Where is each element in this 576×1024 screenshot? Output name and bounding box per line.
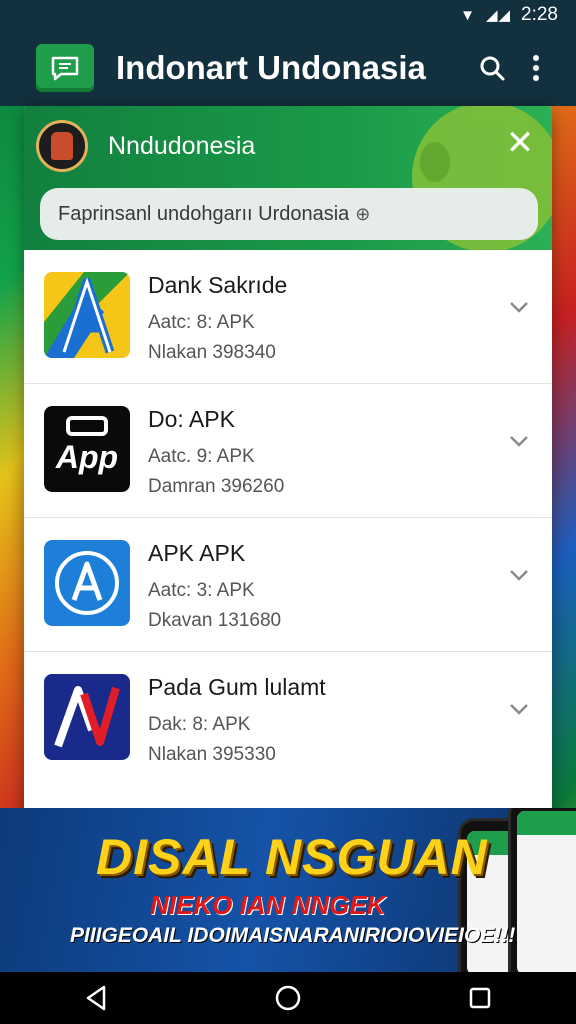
chat-logo-icon[interactable] bbox=[36, 44, 94, 92]
panel-header: Nndudonesia ✕ Faprinsanl undohgarıı Urdo… bbox=[24, 106, 552, 250]
list-item[interactable]: Pada Gum lulamt Dak: 8: APK Nlakan 39533… bbox=[24, 652, 552, 786]
banner-tagline: PIIIGEOAIL IDOIMAISNARANIRIOIOVIEIOE!!! bbox=[70, 924, 516, 947]
home-icon[interactable] bbox=[264, 974, 312, 1022]
banner-subtitle: NIEKO IAN NNGEK bbox=[150, 890, 386, 920]
av-logo-icon bbox=[44, 674, 130, 760]
app-version: Aatc: 8: APK bbox=[148, 312, 255, 333]
app-downloads: Damran 396260 bbox=[148, 476, 285, 497]
banner-title: DISAL NSGUAN bbox=[96, 829, 488, 885]
app-downloads: Nlakan 395330 bbox=[148, 744, 276, 765]
search-input[interactable]: Faprinsanl undohgarıı Urdonasia ⊕ bbox=[40, 188, 538, 240]
status-bar: ▼ ◢◢ 2:28 bbox=[0, 0, 576, 30]
list-item[interactable]: App Do: APK Aatc. 9: APK Damran 396260 bbox=[24, 384, 552, 518]
a-circle-icon bbox=[44, 540, 130, 626]
app-version: Aatc. 9: APK bbox=[148, 446, 255, 467]
clear-icon[interactable]: ⊕ bbox=[355, 204, 370, 225]
chevron-down-icon[interactable] bbox=[506, 562, 532, 588]
wifi-icon: ▼ bbox=[460, 6, 476, 24]
system-nav-bar bbox=[0, 972, 576, 1024]
app-name: Pada Gum lulamt bbox=[148, 674, 326, 700]
status-time: 2:28 bbox=[521, 4, 558, 25]
back-icon[interactable] bbox=[72, 974, 120, 1022]
search-panel: Nndudonesia ✕ Faprinsanl undohgarıı Urdo… bbox=[24, 106, 552, 818]
app-downloads: Nlakan 398340 bbox=[148, 342, 276, 363]
list-item[interactable]: APK APK Aatc: 3: APK Dkavan 131680 bbox=[24, 518, 552, 652]
search-icon[interactable] bbox=[470, 46, 514, 90]
app-bar: Indonart Undonasia bbox=[0, 30, 576, 106]
app-name: APK APK bbox=[148, 540, 246, 566]
chevron-down-icon[interactable] bbox=[506, 428, 532, 454]
close-icon[interactable]: ✕ bbox=[502, 126, 538, 162]
list-item[interactable]: Dank Sakrıde Aatc: 8: APK Nlakan 398340 bbox=[24, 250, 552, 384]
app-version: Aatc: 3: APK bbox=[148, 580, 255, 601]
app-downloads: Dkavan 131680 bbox=[148, 610, 282, 631]
panel-title: Nndudonesia bbox=[108, 132, 256, 160]
signal-icon: ◢◢ bbox=[485, 7, 512, 24]
more-vert-icon[interactable] bbox=[514, 46, 558, 90]
app-name: Do: APK bbox=[148, 406, 235, 432]
recents-icon[interactable] bbox=[456, 974, 504, 1022]
chevron-down-icon[interactable] bbox=[506, 294, 532, 320]
app-version: Dak: 8: APK bbox=[148, 714, 251, 735]
chevron-down-icon[interactable] bbox=[506, 696, 532, 722]
app-title: Indonart Undonasia bbox=[116, 49, 426, 86]
a-arrow-icon bbox=[44, 272, 130, 358]
promo-banner[interactable]: DISAL NSGUAN NIEKO IAN NNGEK PIIIGEOAIL … bbox=[0, 808, 576, 972]
app-list: Dank Sakrıde Aatc: 8: APK Nlakan 398340 … bbox=[24, 250, 552, 786]
app-name: Dank Sakrıde bbox=[148, 272, 288, 298]
svg-text:App: App bbox=[55, 439, 118, 475]
search-input-value: Faprinsanl undohgarıı Urdonasia bbox=[58, 202, 350, 225]
app-badge-icon: App bbox=[44, 406, 130, 492]
avatar[interactable] bbox=[36, 120, 88, 172]
